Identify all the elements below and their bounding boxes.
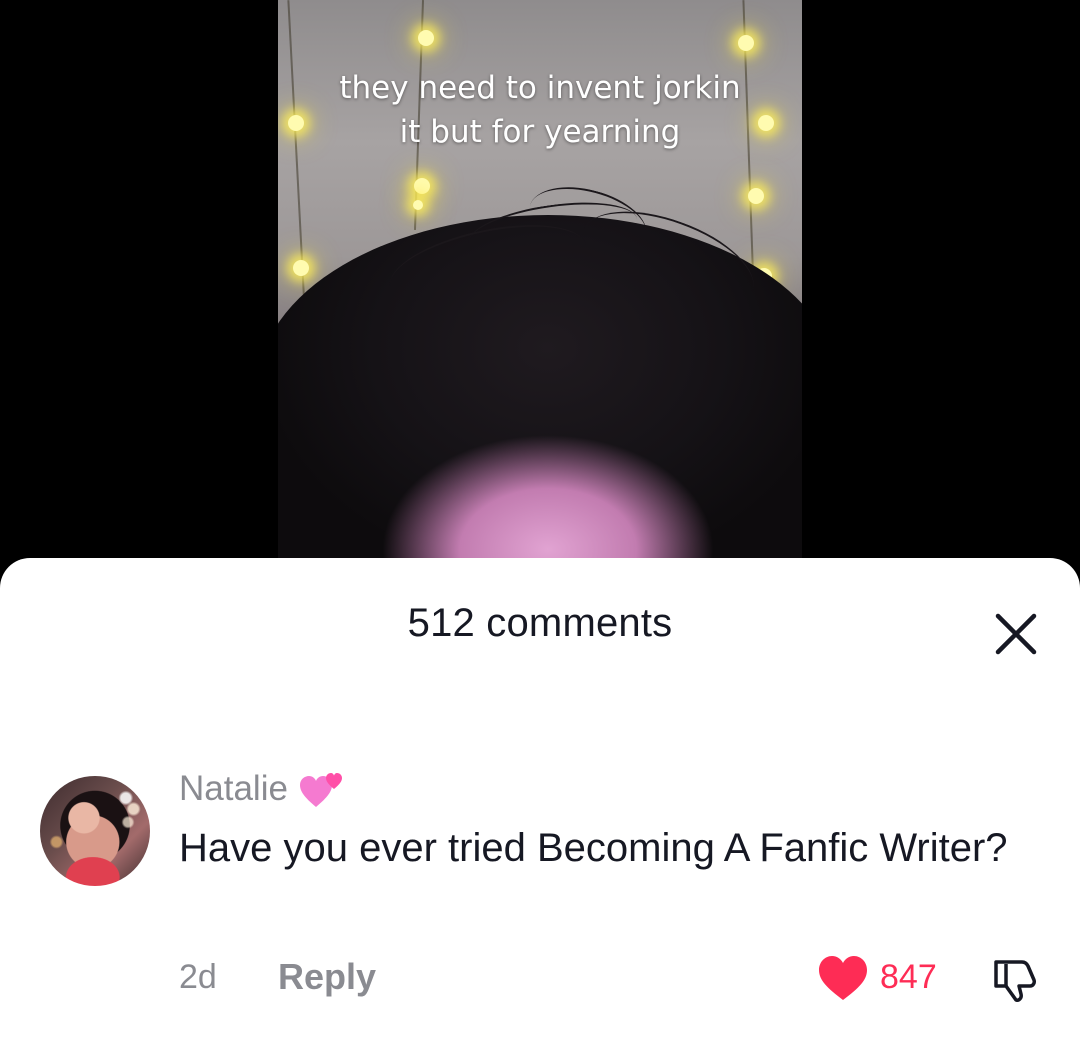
thumbs-down-icon [994,960,1036,1002]
caption-line-2: it but for yearning [399,114,681,150]
comments-count-title: 512 comments [407,601,673,645]
light-wire [287,0,307,330]
heart-icon [819,956,867,1000]
reply-button[interactable]: Reply [278,956,376,998]
comment-author[interactable]: Natalie [179,766,346,812]
like-button[interactable] [817,954,869,1002]
fairy-light [414,178,430,194]
video-frame[interactable]: they need to invent jorkin it but for ye… [278,0,802,570]
close-button[interactable] [990,608,1042,660]
caption-line-1: they need to invent jorkin [339,70,741,106]
fairy-light [293,260,309,276]
two-hearts-icon [299,773,342,807]
comment-date: 2d [179,958,217,996]
comment-text: Have you ever tried Becoming A Fanfic Wr… [179,826,1008,870]
comments-sheet: 512 comments Natalie Have you ever tried… [0,558,1080,1040]
dislike-button[interactable] [988,954,1040,1006]
like-count: 847 [880,958,937,996]
video-caption: they need to invent jorkin it but for ye… [278,66,802,154]
close-icon [995,613,1037,655]
avatar[interactable] [40,776,150,886]
username[interactable]: Natalie [179,769,288,809]
avatar-photo [40,776,150,886]
fairy-light [418,30,434,46]
fairy-light [413,200,423,210]
fairy-light [748,188,764,204]
fairy-light [738,35,754,51]
